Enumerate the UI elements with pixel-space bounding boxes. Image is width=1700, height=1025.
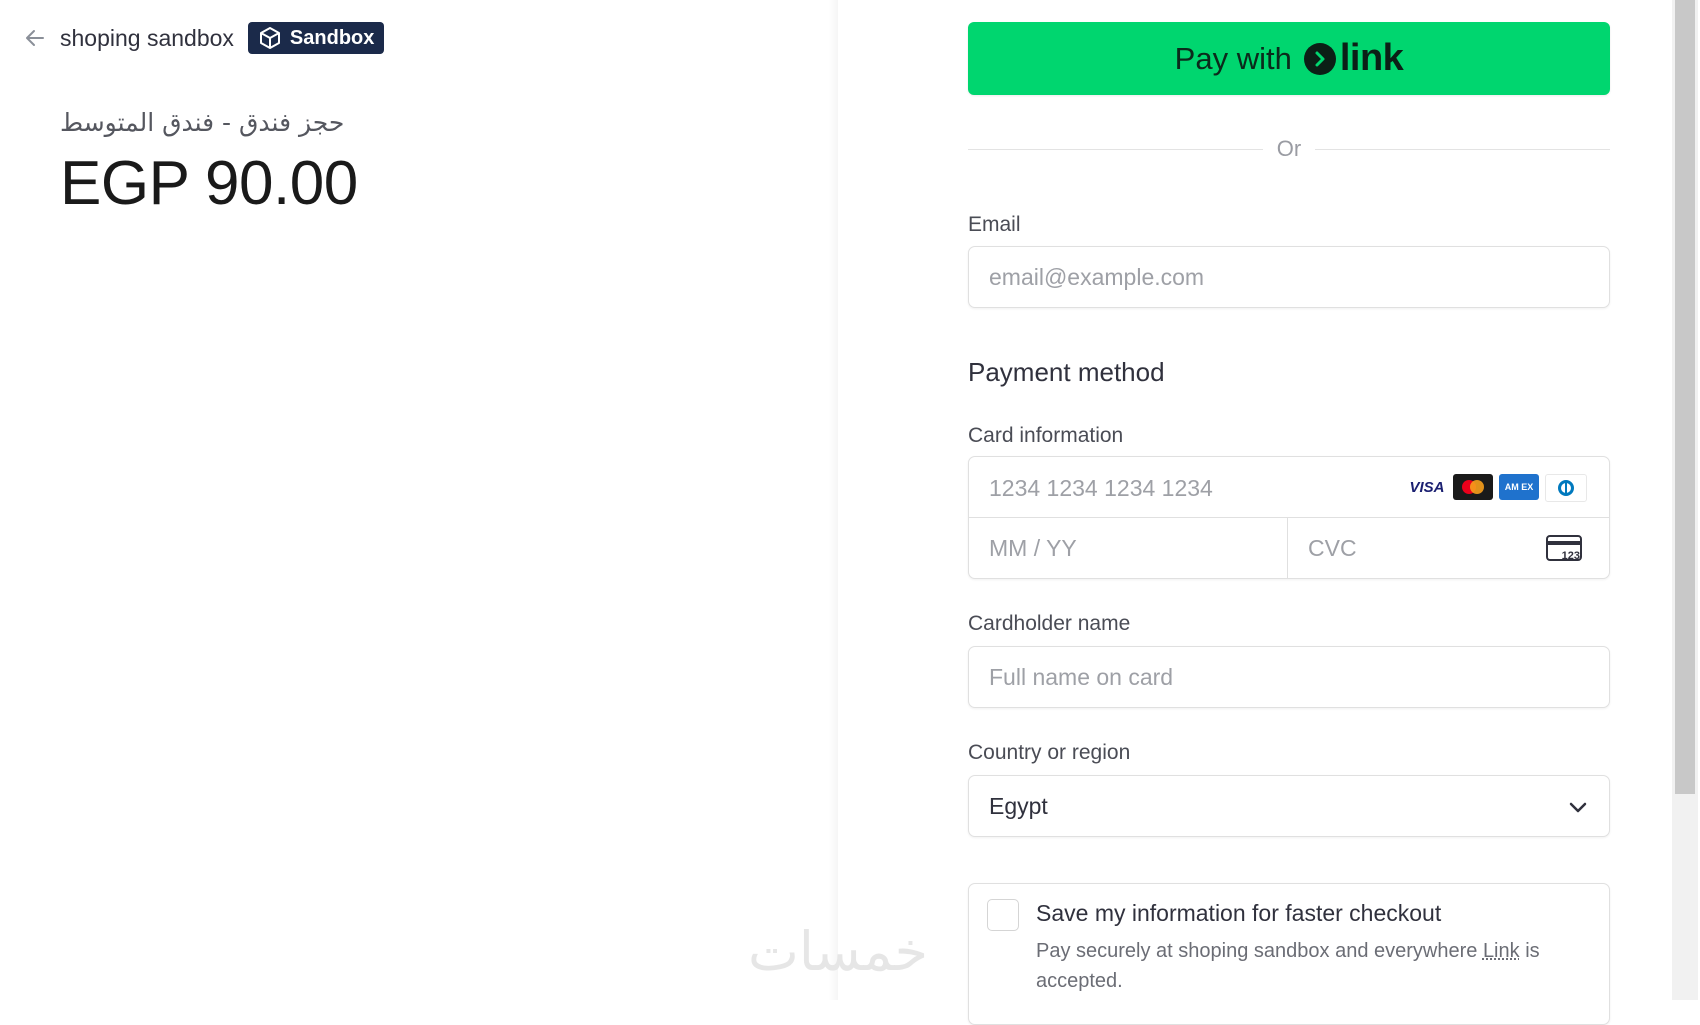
cube-icon [259, 27, 280, 49]
order-summary-pane: shoping sandbox Sandbox حجز فندق - فندق … [0, 0, 834, 1000]
merchant-header: shoping sandbox Sandbox [24, 20, 385, 56]
or-divider: Or [968, 136, 1611, 162]
cardholder-name-placeholder: Full name on card [989, 664, 1174, 690]
link-button-prefix: Pay with [1174, 40, 1292, 76]
merchant-name[interactable]: shoping sandbox [60, 25, 234, 52]
cvc-placeholder: CVC [1308, 535, 1357, 561]
cvc-card-icon: 123 [1545, 533, 1585, 568]
back-arrow-icon[interactable] [24, 27, 46, 49]
product-name: حجز فندق - فندق المتوسط [60, 108, 345, 137]
card-info-group: 1234 1234 1234 1234 VISA AM EX MM / YY C… [968, 456, 1610, 579]
or-text: Or [1276, 136, 1302, 161]
amex-icon: AM EX [1499, 474, 1539, 500]
email-label: Email [968, 213, 1021, 236]
expiry-placeholder: MM / YY [989, 535, 1077, 561]
card-info-label: Card information [968, 424, 1124, 447]
email-field[interactable]: email@example.com [968, 246, 1610, 308]
scrollbar-thumb[interactable] [1675, 0, 1695, 794]
link-info-link[interactable]: Link [1483, 940, 1520, 962]
sandbox-badge: Sandbox [247, 22, 385, 54]
save-info-title: Save my information for faster checkout [1036, 900, 1442, 926]
chevron-down-icon [1567, 796, 1589, 823]
save-info-description-prefix: Pay securely at shoping sandbox and ever… [1036, 940, 1483, 962]
email-placeholder: email@example.com [989, 264, 1205, 290]
card-number-placeholder: 1234 1234 1234 1234 [989, 475, 1213, 501]
link-brand-word: link [1339, 37, 1404, 79]
link-arrow-icon [1303, 42, 1336, 75]
expiry-field[interactable]: MM / YY [969, 517, 1288, 578]
svg-text:123: 123 [1562, 550, 1580, 562]
payment-method-title: Payment method [968, 357, 1165, 387]
save-info-description: Pay securely at shoping sandbox and ever… [1036, 936, 1581, 996]
card-number-field[interactable]: 1234 1234 1234 1234 VISA AM EX [969, 457, 1609, 518]
cardholder-name-label: Cardholder name [968, 612, 1131, 635]
mastercard-icon [1453, 474, 1493, 500]
diners-icon [1545, 474, 1587, 502]
country-value: Egypt [989, 793, 1048, 819]
cardholder-name-field[interactable]: Full name on card [968, 646, 1610, 708]
card-brands: VISA AM EX [1407, 474, 1587, 502]
country-select[interactable]: Egypt [968, 775, 1610, 837]
save-info-panel: Save my information for faster checkout … [968, 883, 1610, 1025]
pane-divider [828, 0, 838, 1000]
divider-line [1315, 148, 1611, 150]
save-info-checkbox[interactable] [987, 899, 1019, 931]
link-logo: link [1303, 37, 1404, 80]
country-label: Country or region [968, 741, 1131, 764]
total-price: EGP 90.00 [60, 149, 358, 218]
sandbox-badge-label: Sandbox [289, 26, 375, 49]
divider-line [968, 148, 1263, 150]
cvc-field[interactable]: CVC 123 [1288, 517, 1609, 578]
watermark-logo: خمسات [748, 920, 929, 983]
visa-icon: VISA [1407, 474, 1447, 500]
pay-with-link-button[interactable]: Pay with link [968, 22, 1610, 95]
